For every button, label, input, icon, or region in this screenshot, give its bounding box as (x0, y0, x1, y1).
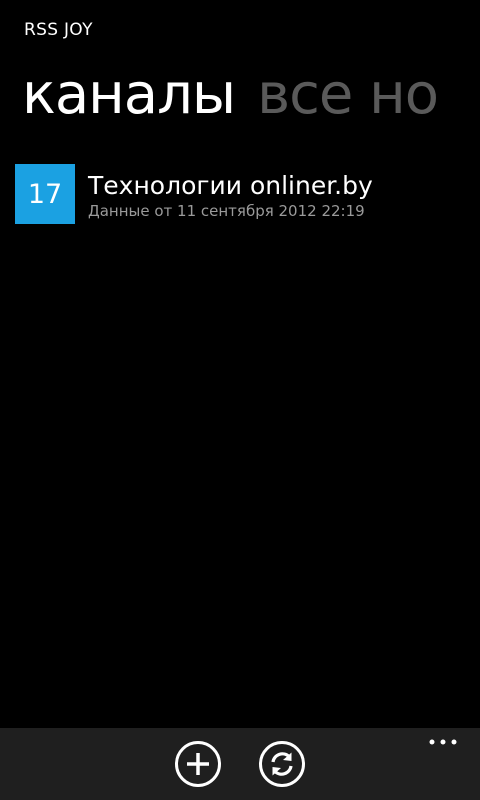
feed-list: 17 Технологии onliner.by Данные от 11 се… (15, 164, 480, 228)
feed-updated-date: Данные от 11 сентября 2012 22:19 (88, 202, 365, 220)
feed-text: Технологии onliner.by Данные от 11 сентя… (88, 164, 373, 221)
add-icon (175, 741, 221, 787)
ellipsis-icon (429, 739, 457, 745)
app-bar (0, 728, 480, 800)
more-options-button[interactable] (428, 734, 458, 748)
refresh-icon (259, 741, 305, 787)
feed-title: Технологии onliner.by (88, 171, 373, 200)
unread-count-badge: 17 (15, 164, 75, 224)
app-title: RSS JOY (24, 20, 93, 40)
pivot-header-all-news[interactable]: все но (257, 58, 439, 132)
refresh-button[interactable] (258, 740, 306, 788)
pivot-header-channels[interactable]: каналы (22, 58, 236, 132)
pivot-headers: каналы все но (22, 58, 480, 138)
list-item[interactable]: 17 Технологии onliner.by Данные от 11 се… (15, 164, 480, 228)
add-button[interactable] (174, 740, 222, 788)
